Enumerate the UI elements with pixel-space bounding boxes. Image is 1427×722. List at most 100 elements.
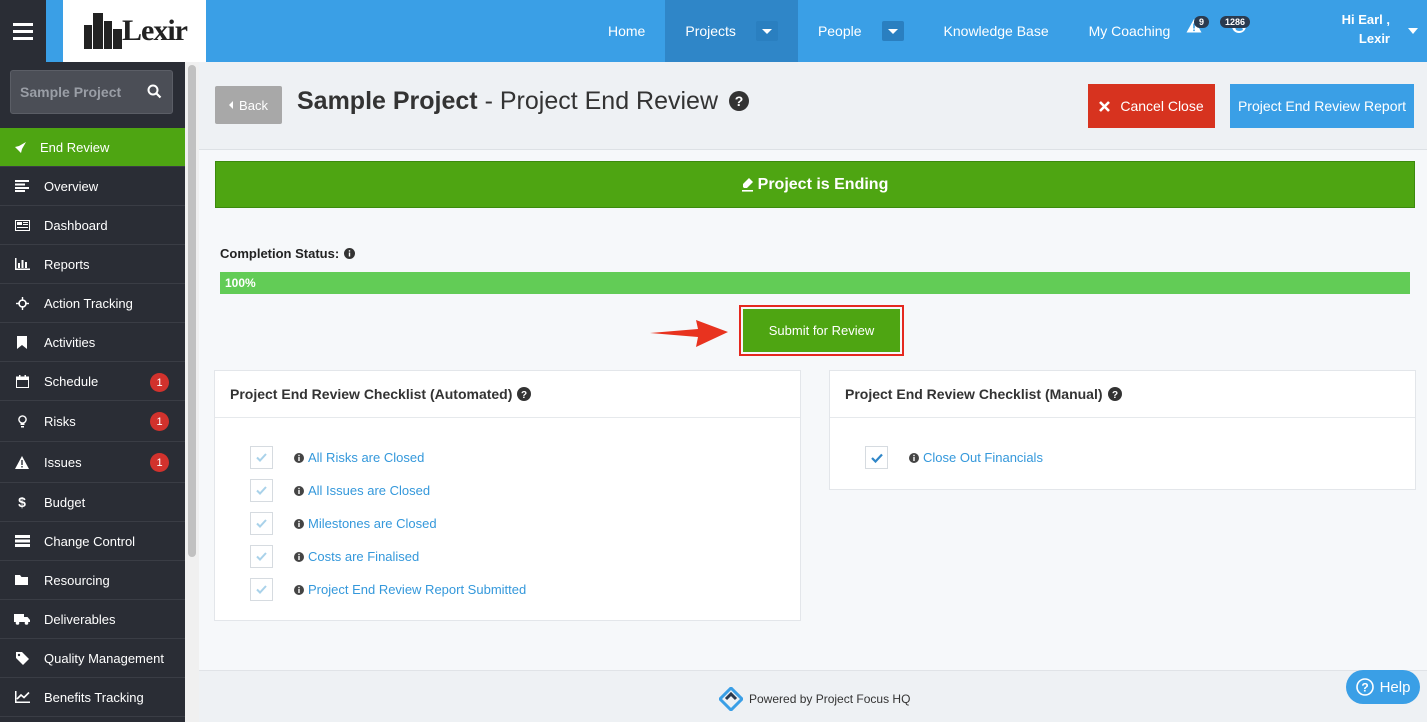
back-button[interactable]: Back (215, 86, 282, 124)
search-input-text[interactable]: Sample Project (20, 84, 121, 100)
bar-chart-icon (0, 258, 44, 270)
chevron-down-icon[interactable] (1408, 28, 1418, 34)
project-ending-banner: Project is Ending (215, 161, 1415, 208)
completion-progress-bar: 100% (220, 272, 1410, 294)
sidebar-item-budget[interactable]: $ Budget (0, 483, 185, 522)
sidebar-item-risks[interactable]: Risks 1 (0, 401, 185, 442)
sidebar-item-label: Activities (44, 334, 96, 350)
count-badge: 1 (150, 412, 169, 431)
check-icon (256, 453, 267, 462)
question-circle-icon[interactable]: ? (1107, 387, 1122, 401)
checkbox[interactable] (250, 446, 273, 469)
sidebar-item-label: Issues (44, 454, 82, 470)
question-circle-icon[interactable]: ? (728, 91, 749, 111)
question-circle-icon[interactable]: ? (517, 387, 532, 401)
info-icon (909, 452, 919, 463)
info-icon (294, 551, 304, 562)
project-focus-logo-icon (719, 687, 743, 711)
footer: Powered by Project Focus HQ (199, 670, 1427, 722)
dollar-icon: $ (18, 494, 26, 510)
list-icon (0, 180, 44, 192)
progress-text: 100% (225, 276, 256, 290)
info-icon[interactable] (344, 248, 356, 259)
logo[interactable]: Lexir (63, 0, 206, 62)
nav-label: Knowledge Base (943, 23, 1049, 39)
lightbulb-icon (0, 414, 44, 428)
chevron-down-icon[interactable] (755, 21, 778, 41)
sidebar-item-label: Budget (44, 494, 86, 510)
cancel-close-button[interactable]: Cancel Close (1088, 84, 1215, 128)
sidebar-item-schedule[interactable]: Schedule 1 (0, 362, 185, 401)
checkbox[interactable] (250, 512, 273, 535)
sidebar-item-deliverables[interactable]: Deliverables (0, 600, 185, 639)
sidebar-item-label: Benefits Tracking (44, 689, 144, 705)
checklist-item-report-submitted[interactable]: Project End Review Report Submitted (250, 578, 526, 601)
submit-label: Submit for Review (768, 323, 875, 338)
line-chart-icon (0, 691, 44, 703)
help-button[interactable]: ? Help (1346, 670, 1420, 704)
dashboard-icon (0, 219, 44, 231)
sidebar-item-end-review[interactable]: End Review (0, 128, 185, 167)
sidebar-item-issues[interactable]: Issues 1 (0, 442, 185, 483)
checklist-item-label[interactable]: Costs are Finalised (308, 549, 419, 564)
completion-label-text: Completion Status: (220, 246, 340, 261)
sidebar-item-benefits-tracking[interactable]: Benefits Tracking (0, 678, 185, 717)
rocket-icon (0, 141, 40, 154)
nav-my-coaching[interactable]: My Coaching (1069, 0, 1191, 62)
svg-text:?: ? (521, 390, 527, 401)
project-search[interactable]: Sample Project (10, 70, 173, 114)
chevron-down-icon[interactable] (881, 21, 904, 41)
nav-people[interactable]: People (798, 0, 924, 62)
sidebar-item-label: Resourcing (44, 572, 110, 588)
powered-by: Powered by Project Focus HQ (719, 687, 910, 711)
automated-checklist-title: Project End Review Checklist (Automated)… (215, 371, 800, 418)
check-icon (870, 453, 883, 463)
red-arrow-annotation (650, 320, 728, 347)
report-button-label: Project End Review Report (1237, 98, 1407, 114)
submit-for-review-button[interactable]: Submit for Review (743, 309, 900, 352)
sidebar-item-resourcing[interactable]: Resourcing (0, 561, 185, 600)
sidebar-item-dashboard[interactable]: Dashboard (0, 206, 185, 245)
sidebar-scrollbar[interactable] (185, 62, 199, 722)
sidebar-item-label: Action Tracking (44, 295, 133, 311)
checklist-item-milestones[interactable]: Milestones are Closed (250, 512, 437, 535)
checkbox[interactable] (250, 479, 273, 502)
checkbox[interactable] (250, 545, 273, 568)
project-end-review-report-button[interactable]: Project End Review Report (1230, 84, 1414, 128)
cancel-close-label: Cancel Close (1120, 98, 1204, 114)
sidebar-item-overview[interactable]: Overview (0, 167, 185, 206)
completion-status-label: Completion Status: (220, 246, 356, 261)
sidebar-item-label: End Review (40, 139, 110, 155)
manual-checklist-title: Project End Review Checklist (Manual) ? (830, 371, 1415, 418)
sidebar-item-quality-management[interactable]: Quality Management (0, 639, 185, 678)
checklist-item-label[interactable]: All Issues are Closed (308, 483, 430, 498)
checkbox[interactable] (250, 578, 273, 601)
checklist-item-label[interactable]: Project End Review Report Submitted (308, 582, 526, 597)
nav-home[interactable]: Home (588, 0, 665, 62)
nav-projects[interactable]: Projects (665, 0, 798, 62)
sidebar-item-change-control[interactable]: Change Control (0, 522, 185, 561)
nav-knowledge-base[interactable]: Knowledge Base (924, 0, 1069, 62)
sidebar-item-activities[interactable]: Activities (0, 323, 185, 362)
checklist-item-risks[interactable]: All Risks are Closed (250, 446, 424, 469)
checklist-item-close-out-financials[interactable]: Close Out Financials (865, 446, 1043, 469)
manual-checklist-panel: Project End Review Checklist (Manual) ? … (829, 370, 1416, 490)
sidebar-item-action-tracking[interactable]: Action Tracking (0, 284, 185, 323)
checklist-item-label[interactable]: Milestones are Closed (308, 516, 437, 531)
scrollbar-thumb[interactable] (188, 65, 196, 557)
submit-highlight-box: Submit for Review (739, 305, 904, 356)
info-icon (294, 452, 304, 463)
truck-icon (0, 613, 44, 625)
sidebar-item-reports[interactable]: Reports (0, 245, 185, 284)
user-menu[interactable]: Hi Earl , Lexir (1330, 10, 1390, 48)
checklist-item-label[interactable]: Close Out Financials (923, 450, 1043, 465)
checklist-item-costs[interactable]: Costs are Finalised (250, 545, 419, 568)
hamburger-icon-bar (13, 36, 33, 40)
checklist-item-issues[interactable]: All Issues are Closed (250, 479, 430, 502)
checkbox[interactable] (865, 446, 888, 469)
crosshair-icon (0, 296, 44, 310)
sidebar-item-label: Risks (44, 413, 76, 429)
menu-toggle-button[interactable] (0, 0, 46, 62)
checklist-item-label[interactable]: All Risks are Closed (308, 450, 424, 465)
search-icon[interactable] (147, 84, 162, 99)
